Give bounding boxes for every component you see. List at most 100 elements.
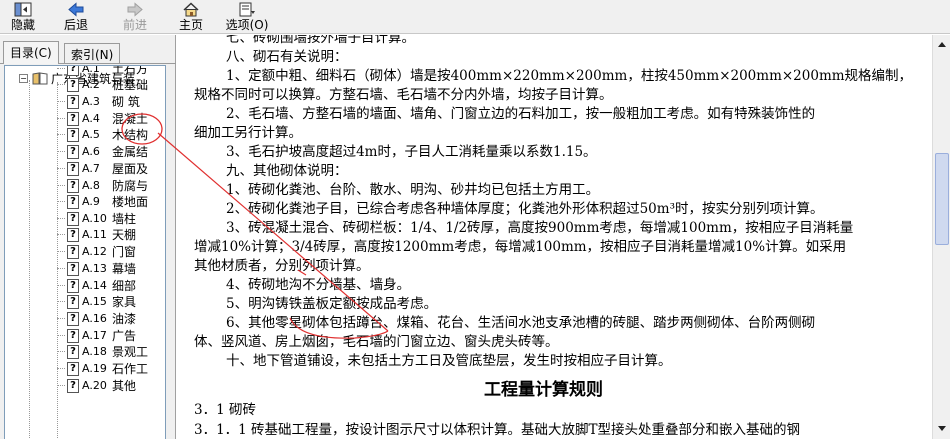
help-page-icon: ? xyxy=(67,261,79,276)
tree-item-code: A.11 xyxy=(82,228,107,241)
content-line: 3、砖混凝土混合、砖砌栏板：1/4、1/2砖厚，高度按900mm考虑，每增减10… xyxy=(226,220,854,236)
tree-item[interactable]: ? A.10 墙柱 xyxy=(57,211,137,226)
tree-item[interactable]: ? A.12 门窗 xyxy=(57,244,137,259)
back-arrow-icon xyxy=(67,1,85,17)
tree-item-label: 门窗 xyxy=(112,245,137,259)
tree-item[interactable]: ? A.14 细部 xyxy=(57,278,137,293)
section-heading: 工程量计算规则 xyxy=(484,380,603,400)
tree-item[interactable]: ? A.18 景观工 xyxy=(57,344,148,359)
content-line: 2、毛石墙、方整石墙的墙面、墙角、门窗立边的石料加工，按一般粗加工考虑。如有特殊… xyxy=(226,106,816,122)
tree-item-code: A.8 xyxy=(82,179,100,192)
help-page-icon: ? xyxy=(67,328,79,343)
tree-item[interactable]: ? A.2 桩基础 xyxy=(57,77,149,92)
tree-item-label: 混凝土 xyxy=(112,112,149,126)
tree-item[interactable]: ? A.3 砌 筑 xyxy=(57,94,140,109)
contents-tree[interactable]: − 广东省建筑与装 ? A.1 土石方? A.2 桩基础? A.3 砌 筑? A.4 混凝土? A… xyxy=(4,65,166,439)
collapse-icon[interactable]: − xyxy=(19,74,28,83)
help-page-icon: ? xyxy=(67,161,79,176)
document-content: 七、砖砌围墙按外墙子目计算。八、砌石有关说明： 1、定额中粗、细料石（砌体）墙是按… xyxy=(184,35,932,439)
help-page-icon: ? xyxy=(67,127,79,142)
tree-item-code: A.1 xyxy=(82,65,100,75)
content-line: 细加工另行计算。 xyxy=(194,125,302,141)
section-line: 3．1．1 砖基础工程量，按设计图示尺寸以体积计算。基础大放脚T型接头处重叠部分… xyxy=(194,422,801,438)
content-line: 其他材质者，分别列项计算。 xyxy=(194,258,370,274)
tree-item-code: A.14 xyxy=(82,279,107,292)
options-button[interactable]: 选项(O) xyxy=(218,0,276,34)
content-line: 十、地下管道铺设，未包括土方工日及管底垫层，发生时按相应子目计算。 xyxy=(226,353,672,369)
vertical-scrollbar[interactable] xyxy=(932,35,950,439)
tree-item[interactable]: ? A.6 金属结 xyxy=(57,144,148,159)
tree-item-code: A.15 xyxy=(82,295,107,308)
tree-item-label: 家具 xyxy=(112,295,137,309)
tree-item[interactable]: ? A.7 屋面及 xyxy=(57,161,148,176)
tree-item-code: A.7 xyxy=(82,162,100,175)
tree-item[interactable]: ? A.9 楼地面 xyxy=(57,194,148,209)
forward-button[interactable]: 前进 xyxy=(106,0,164,34)
home-icon xyxy=(182,1,200,17)
content-line: 5、明沟铸铁盖板定额按成品考虑。 xyxy=(226,296,438,312)
help-page-icon: ? xyxy=(67,194,79,209)
tree-item[interactable]: ? A.17 广告 xyxy=(57,328,137,343)
help-page-icon: ? xyxy=(67,77,79,92)
help-page-icon: ? xyxy=(67,361,79,376)
content-line: 2、砖砌化粪池子目，已综合考虑各种墙体厚度；化粪池外形体积超过50m³时，按实分… xyxy=(226,201,824,217)
tab-index[interactable]: 索引(N) xyxy=(64,43,121,63)
tree-item[interactable]: ? A.16 油漆 xyxy=(57,311,137,326)
content-line: 八、砌石有关说明： xyxy=(226,49,348,65)
content-line: 1、定额中粗、细料石（砌体）墙是按400mm×220mm×200mm，柱按450… xyxy=(226,68,913,84)
tree-item-code: A.12 xyxy=(82,245,107,258)
section-line: 3．1 砌砖 xyxy=(194,402,256,418)
scroll-thumb[interactable] xyxy=(935,153,949,245)
tree-item-code: A.13 xyxy=(82,262,107,275)
back-button[interactable]: 后退 xyxy=(46,0,106,34)
home-button[interactable]: 主页 xyxy=(164,0,218,34)
tree-item-label: 桩基础 xyxy=(112,78,149,92)
tree-item-label: 天棚 xyxy=(112,228,137,242)
content-line: 6、其他零星砌体包括蹲台、煤箱、花台、生活间水池支承池槽的砖腿、踏步两侧砌体、台… xyxy=(226,315,816,331)
help-page-icon: ? xyxy=(67,94,79,109)
tree-item[interactable]: ? A.15 家具 xyxy=(57,294,137,309)
tree-item-code: A.3 xyxy=(82,95,100,108)
content-line: 4、砖砌地沟不分墙基、墙身。 xyxy=(226,277,411,293)
tree-item[interactable]: ? A.11 天棚 xyxy=(57,227,137,242)
help-page-icon: ? xyxy=(67,111,79,126)
tree-item[interactable]: ? A.1 土石方 xyxy=(57,65,148,76)
scroll-down-arrow-icon[interactable] xyxy=(934,421,950,437)
nav-tabs: 目录(C) 索引(N) xyxy=(0,39,176,64)
tree-item[interactable]: ? A.5 木结构 xyxy=(57,127,149,142)
tab-contents[interactable]: 目录(C) xyxy=(3,41,59,64)
help-page-icon: ? xyxy=(67,66,79,76)
tree-item[interactable]: ? A.19 石作工 xyxy=(57,361,148,376)
content-line: 七、砖砌围墙按外墙子目计算。 xyxy=(226,35,415,46)
tree-item-code: A.19 xyxy=(82,362,107,375)
help-page-icon: ? xyxy=(67,144,79,159)
hide-button[interactable]: 隐藏 xyxy=(0,0,46,34)
tree-item-label: 细部 xyxy=(112,279,137,293)
tree-item-code: A.4 xyxy=(82,112,100,125)
help-page-icon: ? xyxy=(67,311,79,326)
help-page-icon: ? xyxy=(67,211,79,226)
tree-item-label: 防腐与 xyxy=(112,179,149,193)
help-page-icon: ? xyxy=(67,344,79,359)
help-page-icon: ? xyxy=(67,244,79,259)
content-line: 规格不同时可以换算。方整石墙、毛石墙不分内外墙，均按子目计算。 xyxy=(194,87,613,103)
content-line: 3、毛石护坡高度超过4m时，子目人工消耗量乘以系数1.15。 xyxy=(226,144,597,160)
navigation-pane: 目录(C) 索引(N) − 广东省建筑与装 ? A.1 土石方? A.2 桩基础? A.3… xyxy=(0,35,176,439)
scroll-up-arrow-icon[interactable] xyxy=(934,36,950,52)
tree-item-code: A.16 xyxy=(82,312,107,325)
tree-item-label: 幕墙 xyxy=(112,262,137,276)
tree-item-label: 其他 xyxy=(112,379,137,393)
tree-item-label: 广告 xyxy=(112,329,137,343)
tree-item[interactable]: ? A.4 混凝土 xyxy=(57,111,149,126)
book-icon xyxy=(32,72,48,85)
tree-item[interactable]: ? A.20 其他 xyxy=(57,378,137,393)
content-line: 九、其他砌体说明： xyxy=(226,163,348,179)
tree-item-label: 油漆 xyxy=(112,312,137,326)
tree-item[interactable]: ? A.13 幕墙 xyxy=(57,261,137,276)
tree-item-label: 砌 筑 xyxy=(112,95,140,109)
tree-item[interactable]: ? A.8 防腐与 xyxy=(57,178,149,193)
forward-arrow-icon xyxy=(126,1,144,17)
tree-item-label: 木结构 xyxy=(112,128,149,142)
tree-item-label: 墙柱 xyxy=(112,212,137,226)
help-page-icon: ? xyxy=(67,278,79,293)
